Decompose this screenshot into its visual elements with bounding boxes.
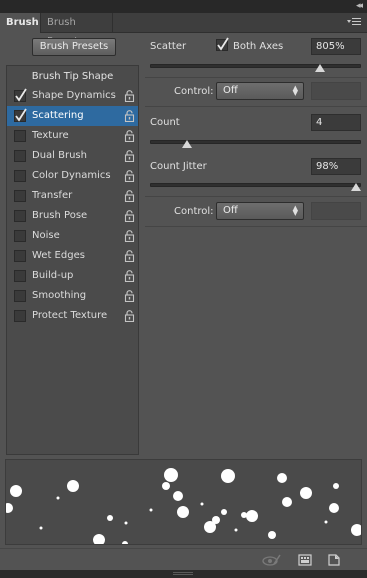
- divider: [145, 226, 367, 227]
- both-axes-checkbox[interactable]: [216, 37, 229, 51]
- panel-title-strip: ◂◂: [0, 0, 367, 13]
- option-label: Noise: [32, 230, 60, 241]
- option-checkbox[interactable]: [14, 108, 27, 122]
- option-checkbox[interactable]: [14, 150, 26, 162]
- scatter-control-select[interactable]: Off ▲ ▼: [216, 82, 304, 100]
- lock-icon[interactable]: [124, 310, 135, 323]
- select-arrows-icon: ▲ ▼: [292, 204, 298, 217]
- brush-option-smoothing[interactable]: Smoothing: [7, 286, 138, 306]
- option-checkbox[interactable]: [14, 270, 26, 282]
- option-label: Transfer: [32, 190, 73, 201]
- brush-tip-shape-item[interactable]: Brush Tip Shape: [7, 67, 138, 87]
- brush-option-brush-pose[interactable]: Brush Pose: [7, 206, 138, 226]
- brush-stroke-preview: [5, 459, 362, 545]
- lock-icon[interactable]: [124, 150, 135, 163]
- count-jitter-control-extra-field: [311, 202, 361, 220]
- option-label: Build-up: [32, 270, 74, 281]
- tab-brush[interactable]: Brush: [0, 13, 41, 33]
- lock-icon[interactable]: [124, 270, 135, 283]
- brush-option-transfer[interactable]: Transfer: [7, 186, 138, 206]
- brush-option-wet-edges[interactable]: Wet Edges: [7, 246, 138, 266]
- divider: [145, 196, 367, 197]
- brush-option-shape-dynamics[interactable]: Shape Dynamics: [7, 86, 138, 106]
- count-jitter-slider[interactable]: [150, 183, 361, 191]
- count-slider-thumb[interactable]: [181, 140, 192, 148]
- option-label: Shape Dynamics: [32, 90, 116, 101]
- option-label: Texture: [32, 130, 69, 141]
- option-label: Smoothing: [32, 290, 87, 301]
- scatter-label: Scatter: [150, 41, 187, 52]
- checkmark-icon: [217, 37, 229, 51]
- panel-menu-icon[interactable]: [347, 17, 361, 30]
- scatter-slider[interactable]: [150, 64, 361, 72]
- lock-icon[interactable]: [124, 130, 135, 143]
- option-label: Protect Texture: [32, 310, 108, 321]
- option-checkbox[interactable]: [14, 170, 26, 182]
- create-new-brush-icon[interactable]: [298, 553, 312, 570]
- option-checkbox[interactable]: [14, 130, 26, 142]
- count-jitter-control-select[interactable]: Off ▲ ▼: [216, 202, 304, 220]
- count-jitter-control-value: Off: [223, 205, 238, 216]
- option-label: Brush Pose: [32, 210, 88, 221]
- brush-option-color-dynamics[interactable]: Color Dynamics: [7, 166, 138, 186]
- scatter-slider-thumb[interactable]: [315, 64, 326, 72]
- brush-option-scattering[interactable]: Scattering: [7, 106, 138, 126]
- count-value-field[interactable]: 4: [311, 114, 361, 131]
- collapse-panel-icon[interactable]: ◂◂: [356, 1, 363, 11]
- lock-icon[interactable]: [124, 210, 135, 223]
- lock-icon[interactable]: [124, 290, 135, 303]
- option-checkbox[interactable]: [14, 230, 26, 242]
- option-label: Wet Edges: [32, 250, 85, 261]
- select-arrows-icon: ▲ ▼: [292, 84, 298, 97]
- count-jitter-slider-thumb[interactable]: [350, 183, 361, 191]
- divider: [145, 77, 367, 78]
- checkmark-icon: [15, 88, 27, 102]
- panel-bottom-bar: [0, 548, 367, 570]
- scatter-control-extra-field: [311, 82, 361, 100]
- option-label: Color Dynamics: [32, 170, 111, 181]
- both-axes-label: Both Axes: [233, 41, 284, 52]
- scatter-preview-graphic: [6, 468, 361, 544]
- option-label: Dual Brush: [32, 150, 87, 161]
- brush-panel: ◂◂ Brush Brush Presets Brush Presets Bru…: [0, 0, 367, 578]
- brush-options-list: Brush Tip Shape Shape Dynamics Scattering…: [6, 65, 139, 455]
- divider: [145, 106, 367, 107]
- lock-icon[interactable]: [124, 170, 135, 183]
- lock-icon[interactable]: [124, 190, 135, 203]
- lock-icon[interactable]: [124, 250, 135, 263]
- option-checkbox[interactable]: [14, 88, 27, 102]
- lock-icon[interactable]: [124, 110, 135, 123]
- brush-presets-button[interactable]: Brush Presets: [32, 38, 116, 56]
- brush-option-protect-texture[interactable]: Protect Texture: [7, 306, 138, 326]
- checkmark-icon: [15, 108, 27, 122]
- grip-lines-icon: [173, 572, 193, 575]
- scatter-value-field[interactable]: 805%: [311, 38, 361, 55]
- brush-option-noise[interactable]: Noise: [7, 226, 138, 246]
- option-checkbox[interactable]: [14, 310, 26, 322]
- option-checkbox[interactable]: [14, 250, 26, 262]
- panel-resize-grip[interactable]: [0, 570, 367, 578]
- count-jitter-label: Count Jitter: [150, 161, 207, 172]
- tab-bar: Brush Brush Presets: [0, 13, 367, 47]
- option-checkbox[interactable]: [14, 290, 26, 302]
- brush-option-texture[interactable]: Texture: [7, 126, 138, 146]
- option-checkbox[interactable]: [14, 210, 26, 222]
- brush-option-dual-brush[interactable]: Dual Brush: [7, 146, 138, 166]
- option-checkbox[interactable]: [14, 190, 26, 202]
- lock-icon[interactable]: [124, 90, 135, 103]
- count-jitter-control-label: Control:: [174, 206, 214, 217]
- scatter-control-value: Off: [223, 85, 238, 96]
- count-slider[interactable]: [150, 140, 361, 148]
- count-label: Count: [150, 117, 180, 128]
- brush-option-build-up[interactable]: Build-up: [7, 266, 138, 286]
- scatter-control-label: Control:: [174, 86, 214, 97]
- option-label: Scattering: [32, 110, 84, 121]
- lock-icon[interactable]: [124, 230, 135, 243]
- new-preset-icon[interactable]: [327, 553, 341, 570]
- count-jitter-value-field[interactable]: 98%: [311, 158, 361, 175]
- toggle-live-tip-icon[interactable]: [262, 553, 282, 570]
- tab-brush-presets[interactable]: Brush Presets: [41, 13, 113, 47]
